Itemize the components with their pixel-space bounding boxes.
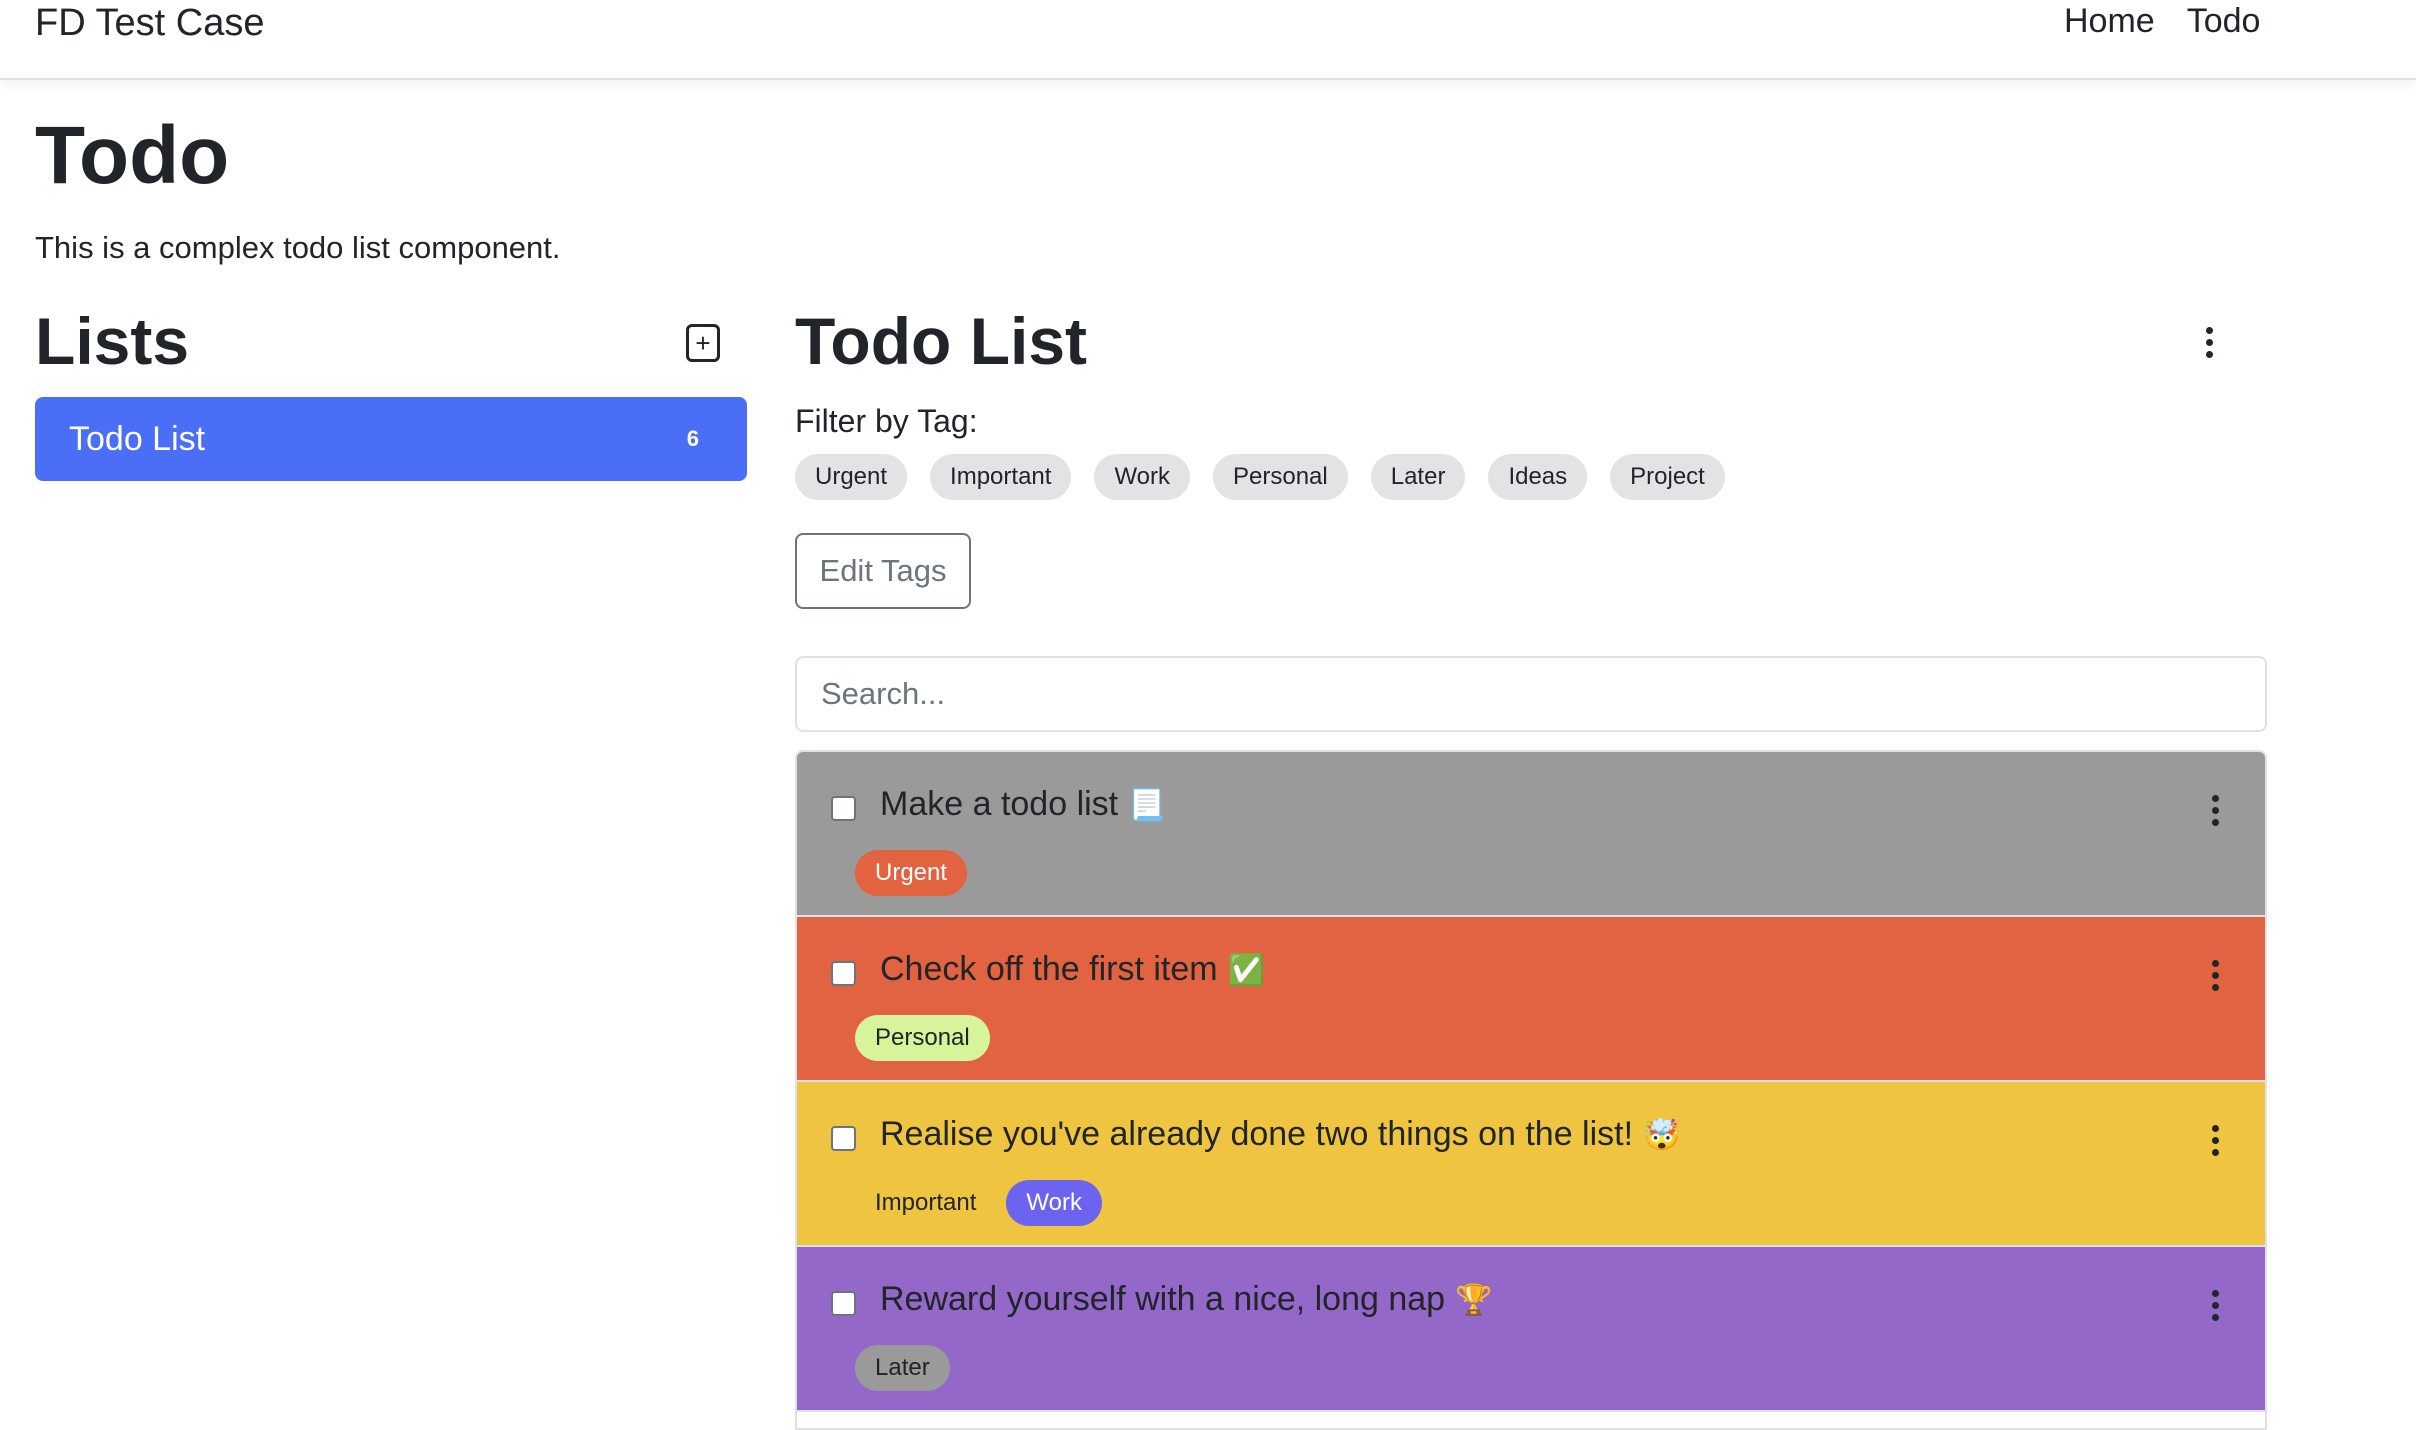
list-item-todo-list[interactable]: Todo List 6 <box>35 397 747 481</box>
todo-text: Realise you've already done two things o… <box>880 1115 1681 1153</box>
filter-tag-later[interactable]: Later <box>1370 454 1466 500</box>
list-item-label: Todo List <box>69 419 206 458</box>
filter-tag-important[interactable]: Important <box>930 454 1072 500</box>
todo-options-menu-icon[interactable] <box>2200 955 2230 995</box>
todo-tags: Urgent <box>855 850 968 896</box>
nav-link-home[interactable]: Home <box>2064 2 2155 41</box>
todo-list-heading: Todo List <box>795 304 1088 378</box>
todo-checkbox[interactable] <box>831 796 856 821</box>
todo-tag-work[interactable]: Work <box>1006 1180 1102 1226</box>
todo-item[interactable]: Check off the first item ✅ Personal <box>797 917 2265 1082</box>
list-options-menu-icon[interactable] <box>2194 322 2224 362</box>
nav-link-todo[interactable]: Todo <box>2187 2 2261 41</box>
todo-tag-personal[interactable]: Personal <box>855 1015 990 1061</box>
page-title: Todo <box>35 110 230 201</box>
brand-title[interactable]: FD Test Case <box>35 2 264 45</box>
todo-item[interactable]: Realise you've already done two things o… <box>797 1082 2265 1247</box>
page-emoji-icon: 📃 <box>1128 789 1166 822</box>
todo-tag-urgent[interactable]: Urgent <box>855 850 968 896</box>
edit-tags-button[interactable]: Edit Tags <box>795 533 971 609</box>
trophy-emoji-icon: 🏆 <box>1455 1284 1493 1317</box>
todo-tag-important[interactable]: Important <box>855 1180 997 1226</box>
list-item-count-badge: 6 <box>686 426 699 451</box>
search-input[interactable] <box>795 656 2267 732</box>
mind-blown-emoji-icon: 🤯 <box>1643 1119 1681 1152</box>
add-list-icon[interactable]: + <box>686 324 720 362</box>
nav-links: Home Todo <box>2064 2 2260 41</box>
filter-tag-row: Urgent Important Work Personal Later Ide… <box>795 454 1725 500</box>
todo-checkbox[interactable] <box>831 961 856 986</box>
todo-items-list: Make a todo list 📃 Urgent Check off the f… <box>795 750 2267 1430</box>
todo-checkbox[interactable] <box>831 1126 856 1151</box>
todo-options-menu-icon[interactable] <box>2200 790 2230 830</box>
filter-tag-personal[interactable]: Personal <box>1213 454 1348 500</box>
filter-tag-urgent[interactable]: Urgent <box>795 454 908 500</box>
todo-text: Check off the first item ✅ <box>880 950 1265 988</box>
todo-tags: Later <box>855 1345 950 1391</box>
todo-checkbox[interactable] <box>831 1291 856 1316</box>
filter-tag-ideas[interactable]: Ideas <box>1488 454 1588 500</box>
todo-tags: Important Work <box>855 1180 1102 1226</box>
page-description: This is a complex todo list component. <box>35 230 561 265</box>
todo-tag-later[interactable]: Later <box>855 1345 950 1391</box>
todo-text: Reward yourself with a nice, long nap 🏆 <box>880 1280 1493 1318</box>
top-navbar: FD Test Case Home Todo <box>0 0 2416 80</box>
todo-item[interactable]: Make a todo list 📃 Urgent <box>797 752 2265 917</box>
check-mark-emoji-icon: ✅ <box>1227 954 1265 987</box>
filter-tag-work[interactable]: Work <box>1094 454 1190 500</box>
todo-tags: Personal <box>855 1015 990 1061</box>
todo-options-menu-icon[interactable] <box>2200 1120 2230 1160</box>
lists-heading: Lists <box>35 304 190 378</box>
filter-tag-project[interactable]: Project <box>1610 454 1725 500</box>
todo-options-menu-icon[interactable] <box>2200 1285 2230 1325</box>
todo-item[interactable]: Reward yourself with a nice, long nap 🏆 L… <box>797 1247 2265 1412</box>
filter-by-tag-label: Filter by Tag: <box>795 403 978 439</box>
todo-text: Make a todo list 📃 <box>880 785 1166 823</box>
